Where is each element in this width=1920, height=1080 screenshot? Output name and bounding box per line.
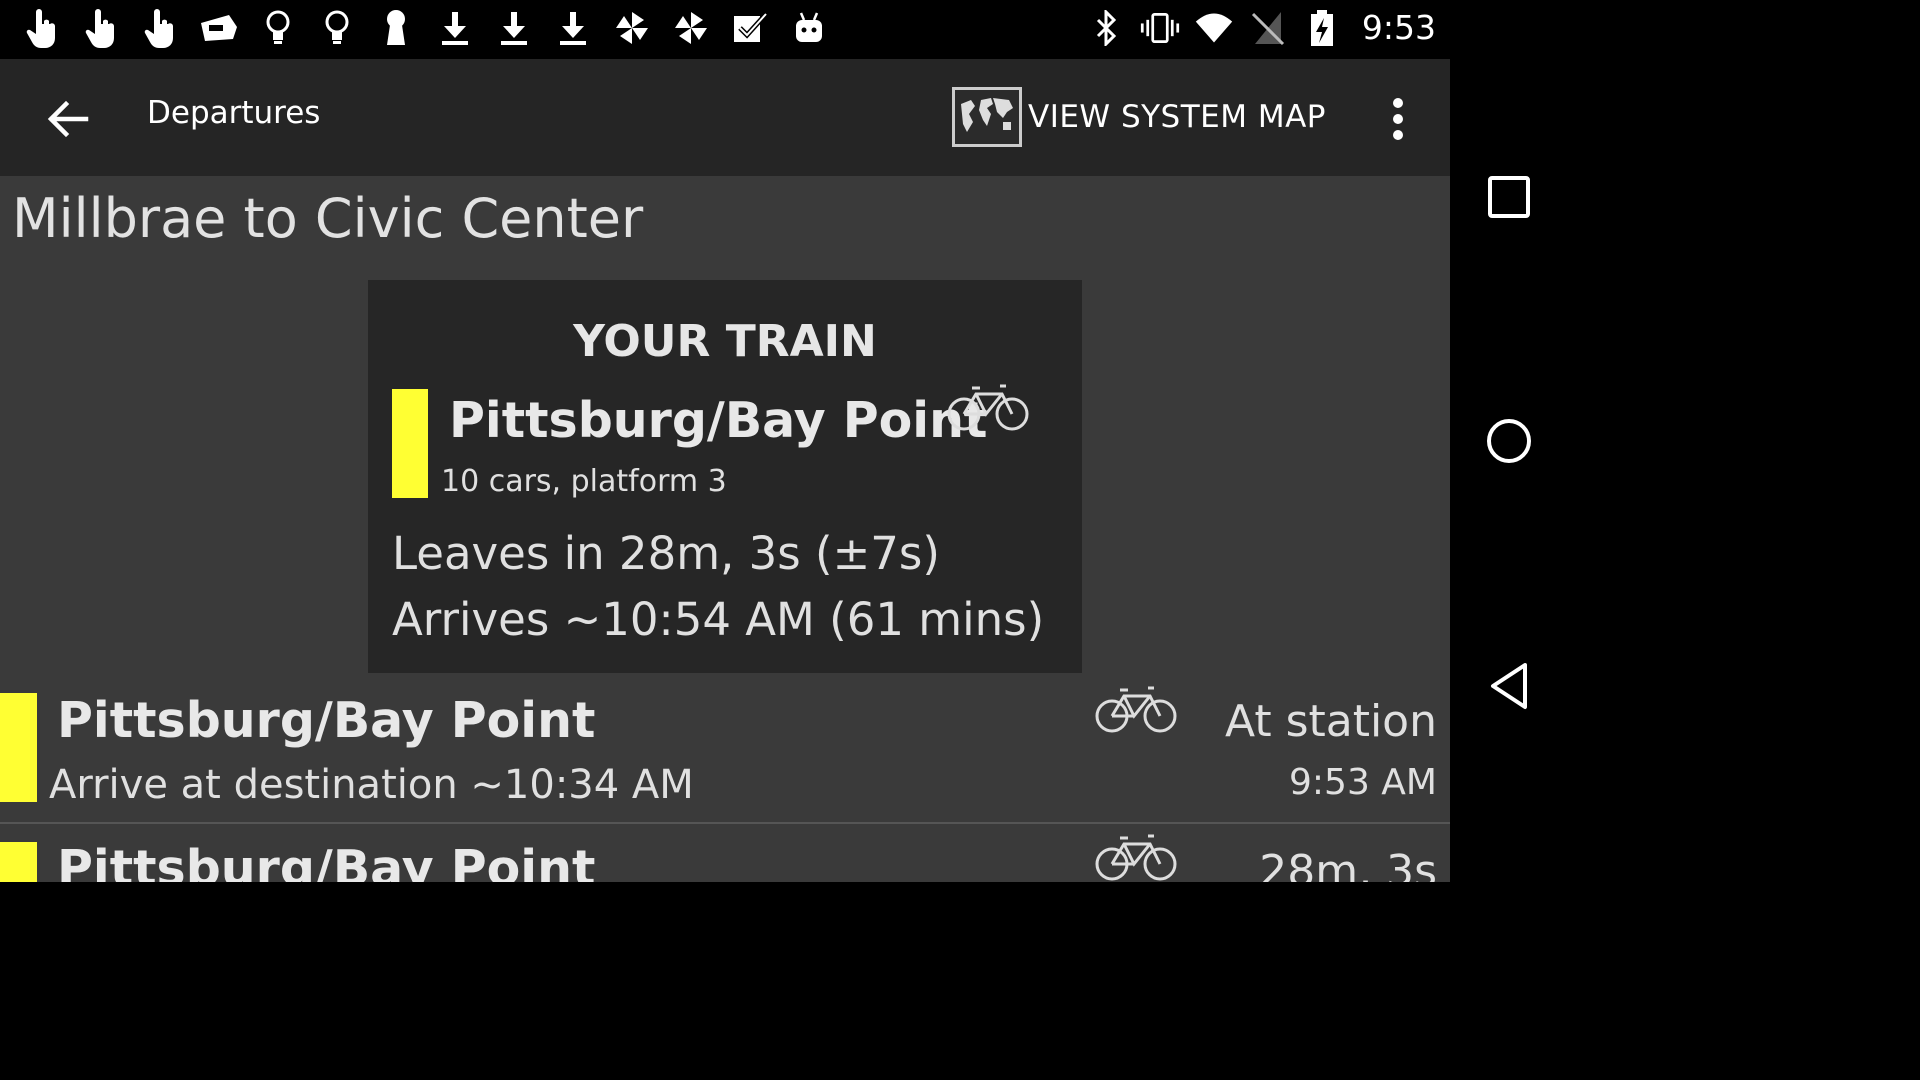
departure-destination: Pittsburg/Bay Point xyxy=(57,840,596,882)
line-color-bar xyxy=(0,842,37,882)
app-content: Departures VIEW SYSTEM MAP Millbrae to C… xyxy=(0,59,1450,882)
bulb-icon xyxy=(317,8,357,48)
status-bar: 9:53 xyxy=(0,0,1568,59)
route-title: Millbrae to Civic Center xyxy=(12,187,644,250)
more-vert-icon xyxy=(1393,98,1403,140)
departure-row[interactable]: Pittsburg/Bay Point At station Arrive at… xyxy=(0,674,1450,822)
wifi-icon xyxy=(1194,8,1234,48)
task-check-icon xyxy=(730,8,770,48)
bicycle-icon xyxy=(946,380,1030,438)
departure-destination: Pittsburg/Bay Point xyxy=(57,692,596,749)
departure-status: 28m, 3s xyxy=(1259,846,1437,882)
keyhole-icon xyxy=(376,8,416,48)
tag-icon xyxy=(199,8,239,48)
back-triangle-icon xyxy=(1491,663,1527,709)
bicycle-icon xyxy=(1094,830,1178,882)
home-circle-icon xyxy=(1487,419,1531,463)
touch-icon xyxy=(140,8,180,48)
notification-icons xyxy=(22,8,829,48)
bicycle-icon xyxy=(1094,682,1178,740)
view-system-map-button[interactable]: VIEW SYSTEM MAP xyxy=(952,85,1326,149)
view-system-map-label: VIEW SYSTEM MAP xyxy=(1028,99,1327,135)
status-clock: 9:53 xyxy=(1361,8,1436,47)
touch-icon xyxy=(22,8,62,48)
no-sim-icon xyxy=(1248,8,1288,48)
back-button[interactable] xyxy=(30,81,106,157)
departure-status: At station xyxy=(1225,696,1437,747)
pinwheel-icon xyxy=(671,8,711,48)
home-button[interactable] xyxy=(1479,411,1539,471)
world-map-icon xyxy=(952,87,1022,147)
system-icons: 9:53 xyxy=(1086,8,1436,48)
recents-icon xyxy=(1488,176,1530,218)
your-train-card[interactable]: YOUR TRAIN Pittsburg/Bay Point 10 cars, … xyxy=(368,280,1082,673)
departure-arrival: Arrive at destination ~10:34 AM xyxy=(49,762,694,808)
your-train-details: 10 cars, platform 3 xyxy=(441,464,727,499)
your-train-heading: YOUR TRAIN xyxy=(573,316,877,367)
battery-charging-icon xyxy=(1302,8,1342,48)
line-color-bar xyxy=(0,693,37,802)
vibrate-icon xyxy=(1140,8,1180,48)
navigation-bar xyxy=(1450,59,1568,882)
overflow-menu-button[interactable] xyxy=(1370,87,1426,151)
toolbar-title: Departures xyxy=(147,95,321,131)
recents-button[interactable] xyxy=(1479,167,1539,227)
arrow-back-icon xyxy=(47,100,89,138)
pinwheel-icon xyxy=(612,8,652,48)
download-icon xyxy=(494,8,534,48)
touch-icon xyxy=(81,8,121,48)
app-toolbar: Departures VIEW SYSTEM MAP xyxy=(0,59,1450,176)
bulb-icon xyxy=(258,8,298,48)
line-color-bar xyxy=(392,389,428,498)
android-icon xyxy=(789,8,829,48)
your-train-destination: Pittsburg/Bay Point xyxy=(449,392,988,449)
download-icon xyxy=(553,8,593,48)
your-train-arrives: Arrives ~10:54 AM (61 mins) xyxy=(392,593,1045,646)
download-icon xyxy=(435,8,475,48)
departure-row[interactable]: Pittsburg/Bay Point 28m, 3s xyxy=(0,824,1450,882)
your-train-leaves: Leaves in 28m, 3s (±7s) xyxy=(392,527,940,580)
bluetooth-icon xyxy=(1086,8,1126,48)
back-nav-button[interactable] xyxy=(1479,656,1539,716)
departure-time: 9:53 AM xyxy=(1289,762,1437,803)
